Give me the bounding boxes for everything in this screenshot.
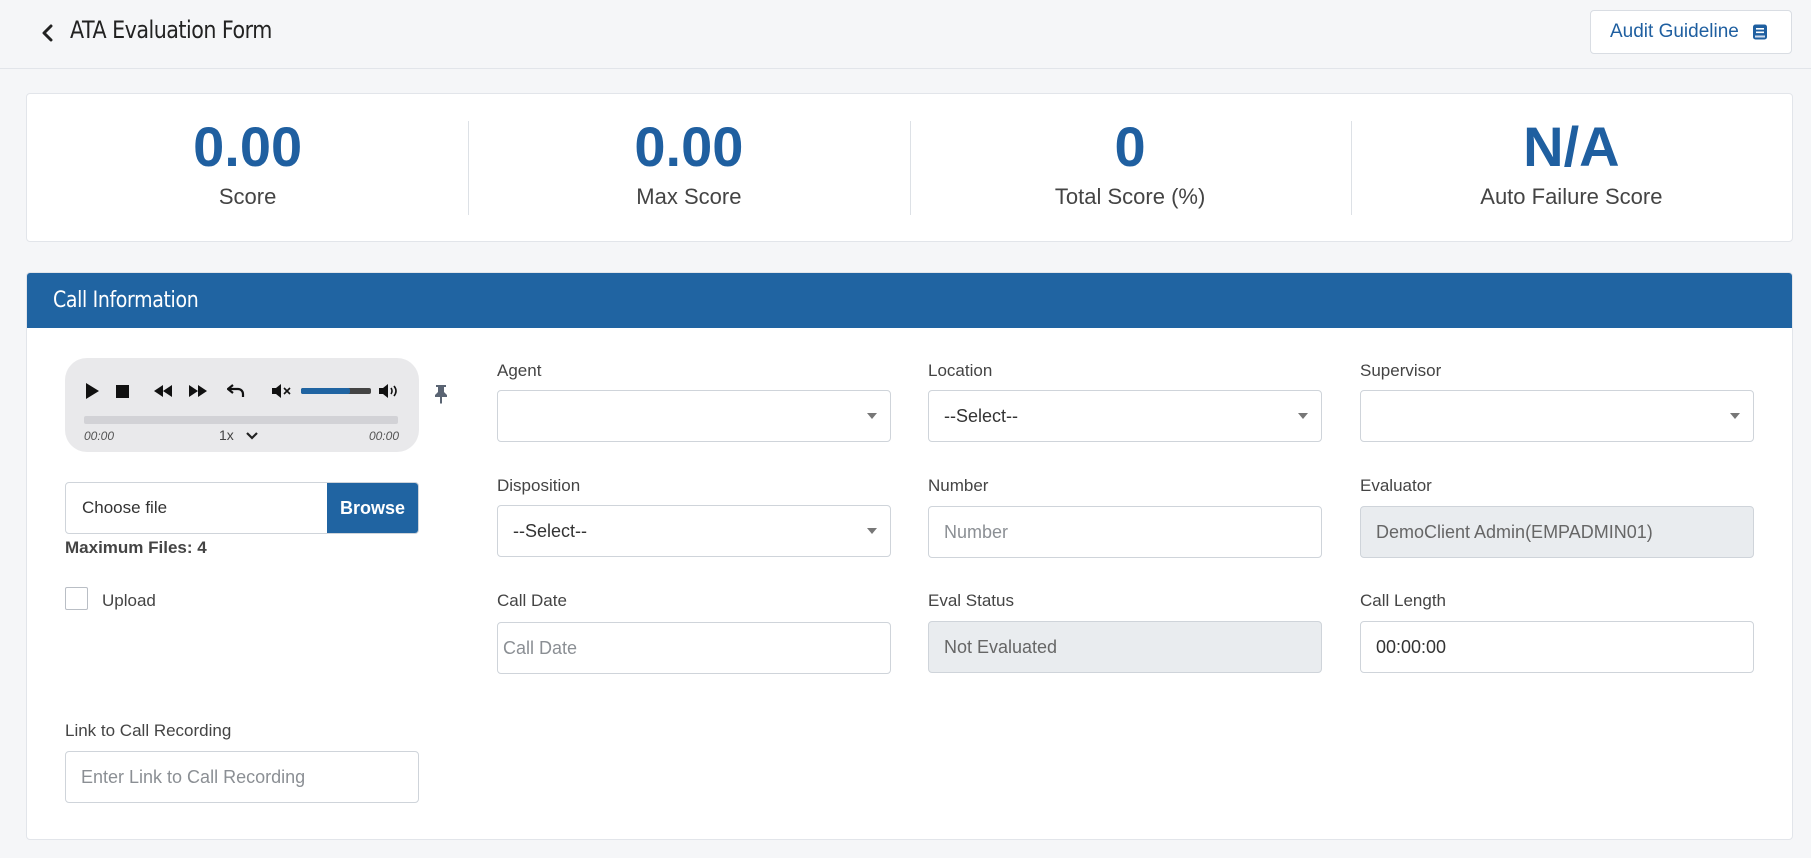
playback-speed-select[interactable]: 1x [219, 427, 258, 443]
supervisor-label: Supervisor [1360, 361, 1442, 380]
choose-file-field[interactable]: Choose file [66, 483, 327, 533]
play-icon[interactable] [81, 380, 103, 402]
stop-icon[interactable] [111, 380, 133, 402]
call-date-field[interactable] [503, 623, 890, 673]
score-stat: 0.00 Score [27, 94, 468, 241]
evaluator-field: DemoClient Admin(EMPADMIN01) [1360, 506, 1754, 558]
link-label: Link to Call Recording [65, 721, 232, 740]
auto-failure-value: N/A [1523, 115, 1620, 178]
dropdown-caret-icon [1730, 413, 1740, 419]
top-bar: ATA Evaluation Form Audit Guideline [0, 0, 1811, 69]
upload-checkbox[interactable] [65, 587, 88, 610]
call-date-label: Call Date [497, 591, 567, 610]
location-value: --Select-- [944, 405, 1019, 426]
volume-icon[interactable] [378, 380, 400, 402]
playback-speed-value: 1x [219, 427, 234, 443]
score-label: Score [218, 184, 277, 209]
score-summary: 0.00 Score 0.00 Max Score 0 Total Score … [26, 93, 1793, 242]
dropdown-caret-icon [867, 528, 877, 534]
max-score-value: 0.00 [634, 115, 744, 178]
call-length-value: 00:00:00 [1376, 636, 1447, 657]
eval-status-field: Not Evaluated [928, 621, 1322, 673]
upload-label: Upload [102, 591, 156, 610]
eval-status-label: Eval Status [928, 591, 1014, 610]
disposition-value: --Select-- [513, 520, 588, 541]
max-score-label: Max Score [636, 184, 742, 209]
agent-select[interactable] [497, 390, 891, 442]
duration-time: 00:00 [369, 429, 400, 443]
dropdown-caret-icon [867, 413, 877, 419]
panel-header: Call Information [27, 273, 1792, 328]
call-date-input[interactable] [497, 622, 891, 674]
number-label: Number [928, 476, 989, 495]
page-title: ATA Evaluation Form [70, 16, 272, 44]
book-icon [1751, 23, 1769, 41]
disposition-label: Disposition [497, 476, 581, 495]
rewind-icon[interactable] [152, 380, 174, 402]
link-input[interactable] [65, 751, 419, 803]
current-time: 00:00 [84, 429, 115, 443]
audit-guideline-button[interactable]: Audit Guideline [1590, 10, 1792, 54]
dropdown-caret-icon [1298, 413, 1308, 419]
call-length-input[interactable]: 00:00:00 [1360, 621, 1754, 673]
mute-icon[interactable] [271, 380, 293, 402]
fast-forward-icon[interactable] [187, 380, 209, 402]
total-score-stat: 0 Total Score (%) [909, 94, 1351, 241]
pin-icon[interactable] [432, 384, 452, 406]
location-label: Location [928, 361, 993, 380]
eval-status-value: Not Evaluated [944, 636, 1058, 657]
seek-bar[interactable] [84, 416, 398, 424]
audit-guideline-label: Audit Guideline [1610, 21, 1739, 42]
supervisor-select[interactable] [1360, 390, 1754, 442]
chevron-left-icon[interactable] [36, 20, 58, 46]
file-chooser: Choose file Browse [65, 482, 419, 534]
auto-failure-label: Auto Failure Score [1480, 184, 1663, 209]
location-select[interactable]: --Select-- [928, 390, 1322, 442]
call-information-panel: Call Information 00:00 1x 00:00 Choose f… [26, 272, 1793, 840]
call-length-label: Call Length [1360, 591, 1447, 610]
evaluator-label: Evaluator [1360, 476, 1432, 495]
audio-player: 00:00 1x 00:00 [65, 358, 419, 452]
chevron-down-icon [246, 427, 258, 443]
total-score-label: Total Score (%) [1054, 184, 1206, 209]
auto-failure-stat: N/A Auto Failure Score [1350, 94, 1792, 241]
number-input[interactable] [928, 506, 1322, 558]
browse-button[interactable]: Browse [327, 483, 418, 533]
number-field[interactable] [944, 507, 1321, 557]
panel-title: Call Information [53, 288, 199, 313]
agent-label: Agent [497, 361, 542, 380]
disposition-select[interactable]: --Select-- [497, 505, 891, 557]
total-score-value: 0 [1114, 115, 1146, 178]
max-files-note: Maximum Files: 4 [65, 538, 207, 557]
link-field[interactable] [81, 752, 418, 802]
volume-slider[interactable] [301, 388, 371, 394]
max-score-stat: 0.00 Max Score [468, 94, 909, 241]
score-value: 0.00 [193, 115, 303, 178]
volume-level [301, 388, 350, 394]
replay-icon[interactable] [225, 380, 247, 402]
evaluator-value: DemoClient Admin(EMPADMIN01) [1376, 521, 1653, 542]
